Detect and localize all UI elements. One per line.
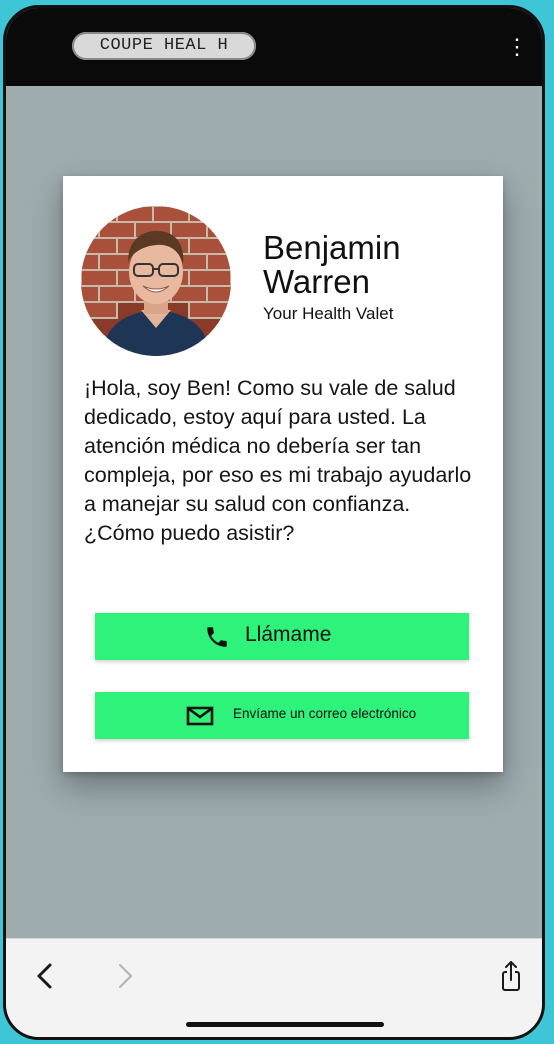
call-me-button[interactable]: Llámame	[95, 613, 469, 660]
profile-bio: ¡Hola, soy Ben! Como su vale de salud de…	[84, 376, 472, 545]
avatar	[81, 206, 231, 356]
chevron-left-icon[interactable]	[30, 959, 60, 993]
profile-subtitle: Your Health Valet	[263, 304, 394, 323]
app-header: COUPE HEAL H	[6, 8, 542, 86]
email-button-label: Envíame un correo electrónico	[233, 706, 417, 721]
browser-toolbar	[6, 938, 542, 1037]
profile-card: Benjamin Warren Your Health Valet ¡Hola,…	[63, 176, 503, 772]
mail-icon	[186, 706, 214, 726]
kebab-menu-icon[interactable]	[506, 34, 514, 60]
profile-name: Benjamin Warren	[263, 229, 401, 300]
brand-logo[interactable]: COUPE HEAL H	[72, 32, 256, 60]
home-indicator[interactable]	[186, 1022, 384, 1027]
phone-icon	[207, 627, 227, 647]
share-icon[interactable]	[496, 959, 526, 993]
email-me-button[interactable]: Envíame un correo electrónico	[95, 692, 469, 739]
chevron-right-icon[interactable]	[110, 959, 140, 993]
phone-frame: COUPE HEAL H ⋮ Benjamin Warren Your Heal…	[3, 5, 545, 1040]
call-button-label: Llámame	[245, 623, 332, 646]
avatar-photo	[81, 206, 231, 356]
